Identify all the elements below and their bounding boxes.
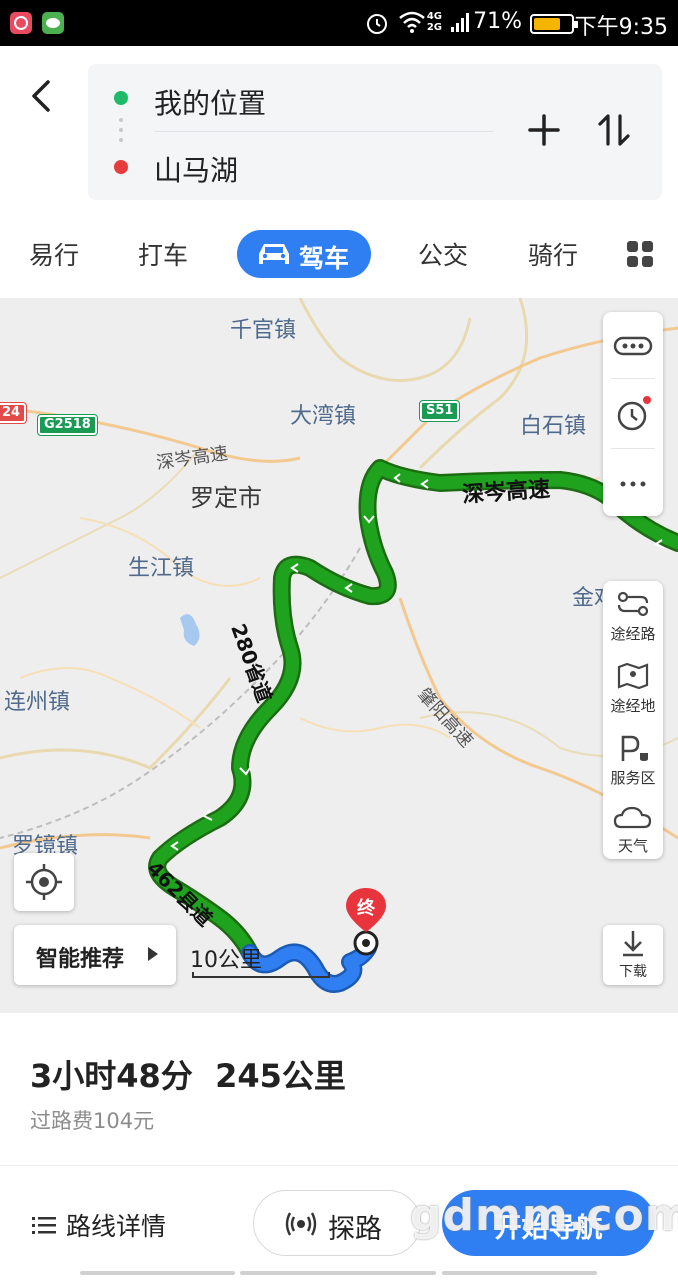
tab-bus[interactable]: 公交: [418, 236, 468, 272]
route-duration: 3小时48分: [30, 1057, 193, 1095]
route-details-label: 路线详情: [66, 1212, 167, 1241]
download-icon: [623, 931, 643, 957]
tab-cycling[interactable]: 骑行: [528, 236, 578, 272]
origin-field[interactable]: 我的位置: [154, 82, 266, 122]
triangle-right-icon: [148, 947, 158, 961]
route-tools-panel: 途经路 途经地 服务区 天气: [603, 581, 663, 859]
via-place-button[interactable]: 途经地: [603, 659, 663, 719]
offline-download-button[interactable]: 下载: [603, 925, 663, 985]
destination-marker[interactable]: 终: [344, 886, 388, 934]
city-label: 罗定市: [190, 484, 262, 512]
smart-recommend-label: 智能推荐: [36, 947, 125, 972]
route-icon: [617, 591, 649, 617]
cloud-icon: [613, 806, 652, 829]
download-label: 下载: [619, 964, 647, 980]
more-dots-icon: [620, 481, 646, 487]
via-road-button[interactable]: 途经路: [603, 587, 663, 647]
signal-icon: [451, 13, 469, 32]
crosshair-icon: [26, 864, 62, 900]
destination-dot: [114, 160, 128, 174]
alarm-icon: [367, 14, 387, 34]
map-layer-panel: [603, 312, 663, 516]
more-modes-grid-icon[interactable]: [626, 240, 654, 268]
explore-route-label: 探路: [328, 1214, 382, 1245]
explore-route-button[interactable]: 探路: [253, 1190, 421, 1256]
back-button[interactable]: [22, 76, 62, 116]
tab-taxi[interactable]: 打车: [138, 236, 188, 272]
weather-label: 天气: [617, 837, 648, 855]
service-area-button[interactable]: 服务区: [603, 731, 663, 791]
radar-icon: [285, 1212, 317, 1236]
add-waypoint-button[interactable]: [526, 112, 562, 148]
chat-notification-icon: [42, 12, 64, 34]
place-label: 白石镇: [520, 414, 587, 439]
highway-shield: 24: [0, 402, 28, 424]
route-connector: [119, 118, 123, 142]
smart-recommend-button[interactable]: 智能推荐: [14, 925, 176, 985]
map-scale-bar: [192, 972, 330, 978]
map-marker-icon: [617, 662, 649, 690]
list-icon: [32, 1217, 56, 1234]
tab-drive[interactable]: 驾车: [237, 230, 371, 278]
service-area-label: 服务区: [610, 769, 656, 787]
route-input-panel: 我的位置 山马湖: [88, 64, 662, 200]
bottom-indicator: [240, 1271, 436, 1275]
map-scale-label: 10公里: [190, 948, 262, 973]
route-road-label: 深岑高速: [461, 476, 551, 509]
place-label: 生江镇: [128, 556, 195, 581]
highway-shield: G2518: [37, 414, 98, 436]
sheet-divider: [0, 1165, 678, 1166]
swap-route-button[interactable]: [596, 112, 632, 148]
place-label: 连州镇: [4, 690, 71, 715]
watermark: gdmm.com: [410, 1190, 678, 1241]
highway-shield: S51: [418, 400, 461, 422]
history-button[interactable]: [603, 392, 663, 436]
chevron-left-icon: [32, 80, 50, 112]
via-place-label: 途经地: [610, 697, 656, 715]
origin-dot: [114, 91, 128, 105]
battery-percent: 71%: [473, 9, 522, 34]
status-bar: 4G 2G 71% 下午9:35: [0, 0, 678, 46]
end-marker-label: 终: [357, 898, 375, 919]
route-distance: 245公里: [215, 1057, 346, 1095]
destination-field[interactable]: 山马湖: [154, 149, 238, 189]
weather-button[interactable]: 天气: [603, 803, 663, 859]
bottom-indicator: [442, 1271, 597, 1275]
route-summary-sheet: 3小时48分 245公里 过路费104元 路线详情 探路 开始导航 gdmm.c…: [0, 1013, 678, 1280]
wifi-icon: [399, 11, 425, 33]
tab-drive-label: 驾车: [299, 244, 350, 273]
toll-fee: 过路费104元: [30, 1109, 155, 1133]
parking-icon: [621, 735, 648, 761]
bottom-indicator: [80, 1271, 235, 1275]
app-notification-icon: [10, 12, 32, 34]
panel-divider: [611, 378, 655, 379]
route-summary[interactable]: 3小时48分 245公里: [30, 1051, 346, 1097]
traffic-button[interactable]: [603, 326, 663, 366]
locate-me-button[interactable]: [14, 853, 74, 911]
more-options-button[interactable]: [603, 464, 663, 504]
route-map[interactable]: 终 千官镇 大湾镇 白石镇 罗定市 生江镇 连州镇 金鸡 罗镜镇 深岑高速 肇阳…: [0, 298, 678, 1013]
clock: 下午9:35: [574, 15, 668, 40]
car-icon: [259, 244, 289, 264]
place-label: 千官镇: [230, 318, 297, 343]
time-icon: [617, 396, 651, 431]
tab-easy-go[interactable]: 易行: [29, 236, 79, 272]
traffic-icon: [613, 336, 653, 356]
travel-mode-tabs: 易行 打车 驾车 公交 骑行: [0, 222, 678, 290]
via-road-label: 途经路: [610, 625, 656, 643]
place-label: 大湾镇: [290, 404, 357, 429]
panel-divider: [611, 448, 655, 449]
network-type: 4G 2G: [426, 11, 442, 33]
field-divider: [154, 131, 494, 132]
battery-icon: [530, 14, 578, 34]
